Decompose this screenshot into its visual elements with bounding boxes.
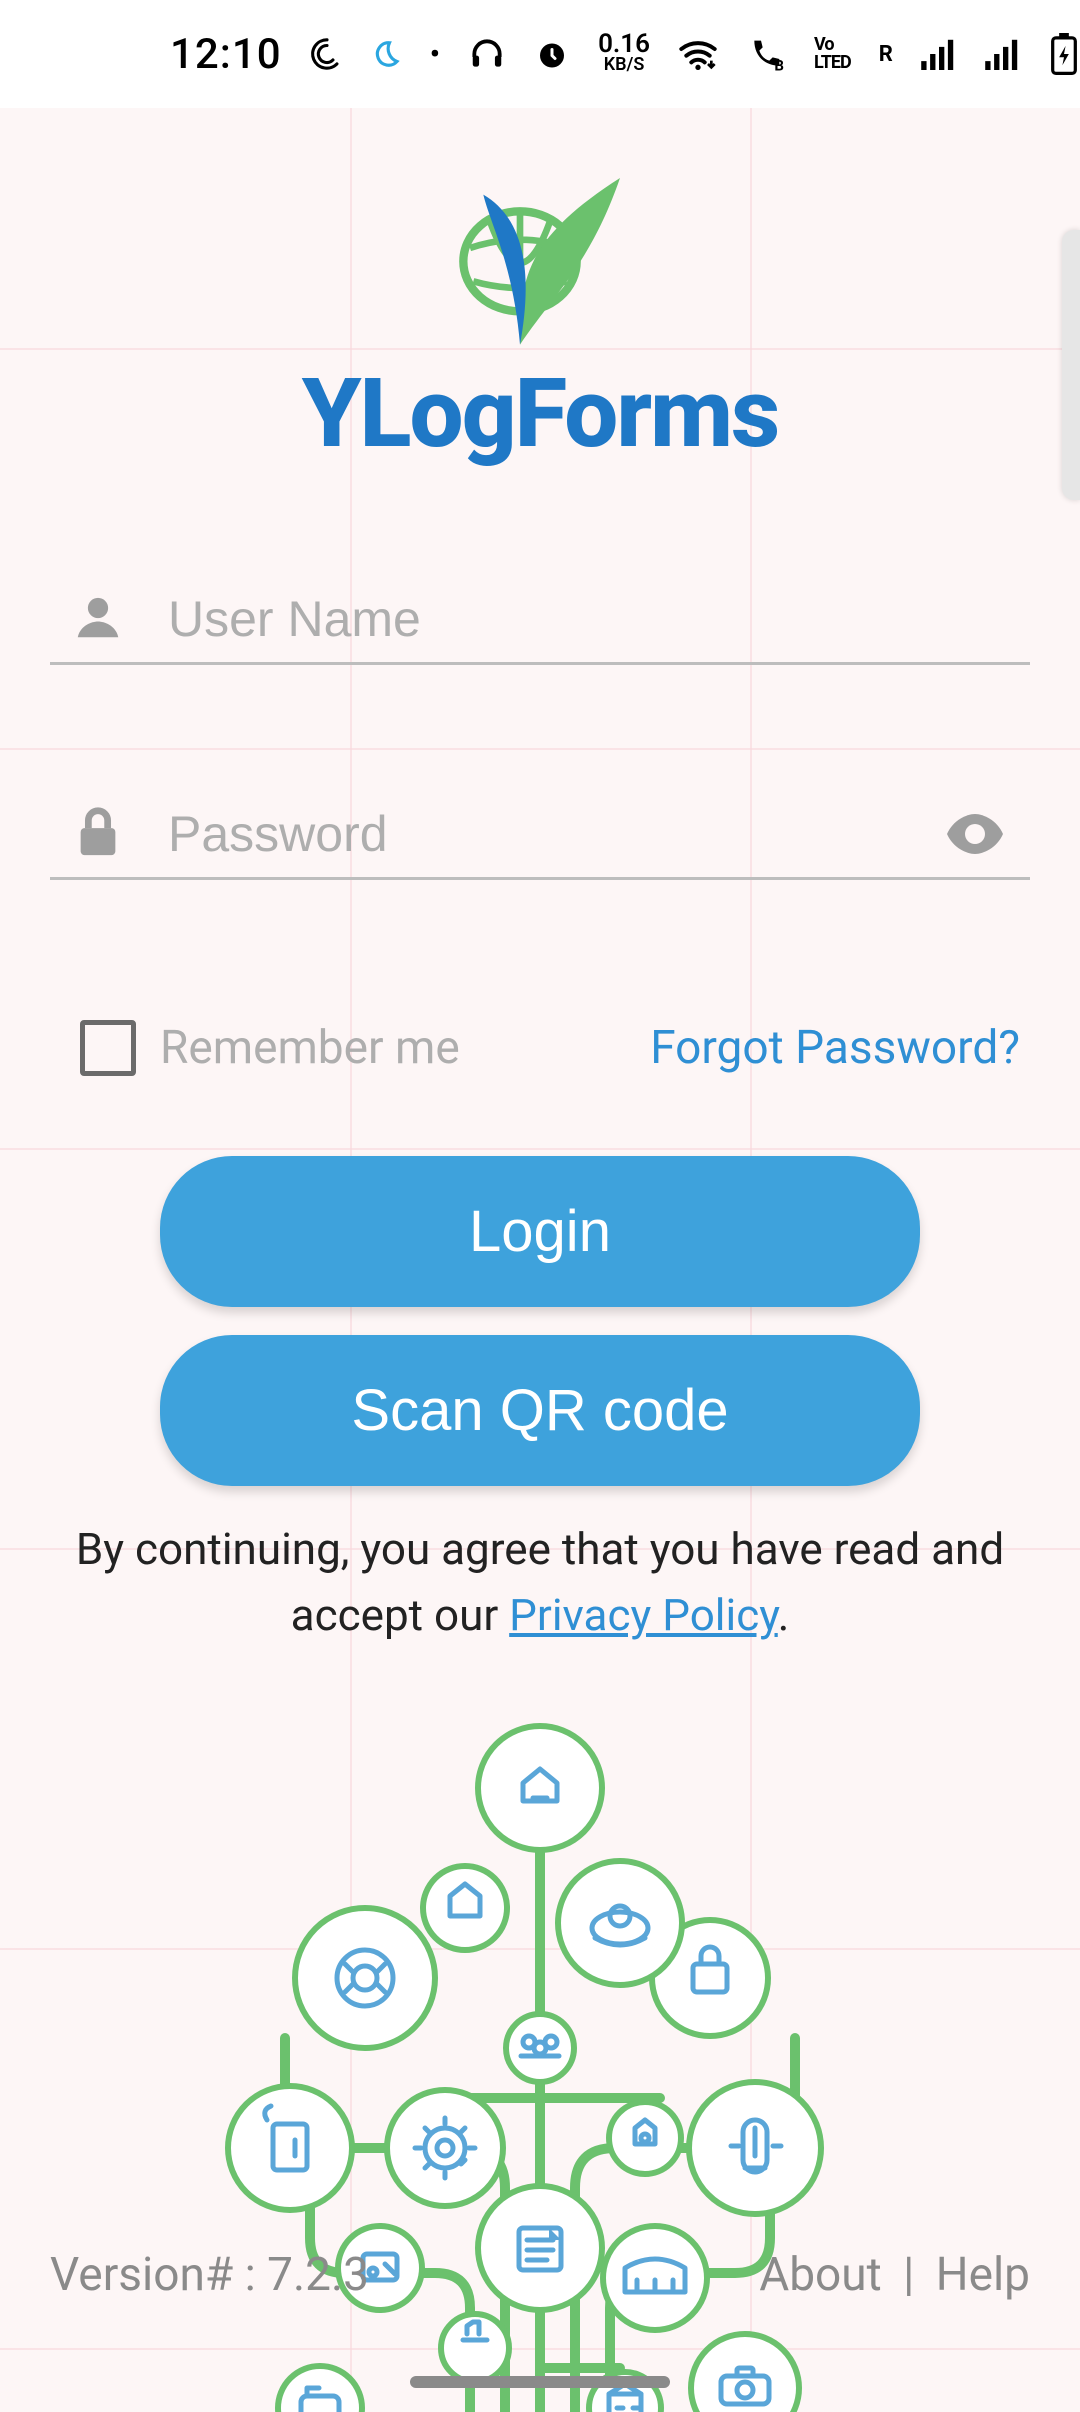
password-field-row <box>50 805 1030 880</box>
edge-panel-handle[interactable] <box>1062 230 1080 500</box>
svg-text:B: B <box>774 57 784 74</box>
status-bar: 12:10 • 0.16KB/S B VoLTED R <box>0 0 1080 108</box>
app-logo-icon <box>440 148 640 348</box>
privacy-policy-link[interactable]: Privacy Policy <box>509 1589 778 1641</box>
version-label: Version# : 7.2.3 <box>50 2248 369 2302</box>
remember-me-checkbox[interactable] <box>80 1020 136 1076</box>
help-link[interactable]: Help <box>936 2248 1030 2302</box>
agreement-text: By continuing, you agree that you have r… <box>50 1516 1030 1648</box>
forgot-password-link[interactable]: Forgot Password? <box>650 1021 1020 1075</box>
user-icon <box>68 590 128 648</box>
remember-me-option[interactable]: Remember me <box>80 1020 460 1076</box>
alarm-icon <box>534 36 570 72</box>
footer: Version# : 7.2.3 About | Help <box>0 2248 1080 2302</box>
about-link[interactable]: About <box>759 2248 881 2302</box>
roaming-indicator: R <box>879 42 893 67</box>
notification-swirl-icon <box>310 37 344 71</box>
net-speed-indicator: 0.16KB/S <box>598 35 650 74</box>
scan-qr-button[interactable]: Scan QR code <box>160 1335 920 1486</box>
footer-separator: | <box>903 2248 914 2302</box>
battery-icon <box>1049 33 1079 75</box>
username-field-row <box>50 590 1030 665</box>
login-button[interactable]: Login <box>160 1156 920 1307</box>
status-time: 12:10 <box>170 30 282 79</box>
signal-1-icon <box>921 38 957 70</box>
volte-indicator: VoLTED <box>814 36 851 72</box>
username-input[interactable] <box>168 590 1030 648</box>
password-input[interactable] <box>168 805 900 863</box>
call-bluetooth-icon: B <box>746 34 786 74</box>
wifi-icon <box>678 36 718 72</box>
signal-2-icon <box>985 38 1021 70</box>
notification-crescent-icon <box>372 39 402 69</box>
toggle-password-visibility-icon[interactable] <box>940 812 1010 856</box>
headphones-icon <box>468 35 506 73</box>
gesture-nav-pill[interactable] <box>410 2376 670 2388</box>
lock-icon <box>68 805 128 863</box>
app-title: YLogForms <box>50 358 1030 470</box>
dot-icon: • <box>430 37 441 72</box>
remember-me-label: Remember me <box>160 1021 460 1075</box>
